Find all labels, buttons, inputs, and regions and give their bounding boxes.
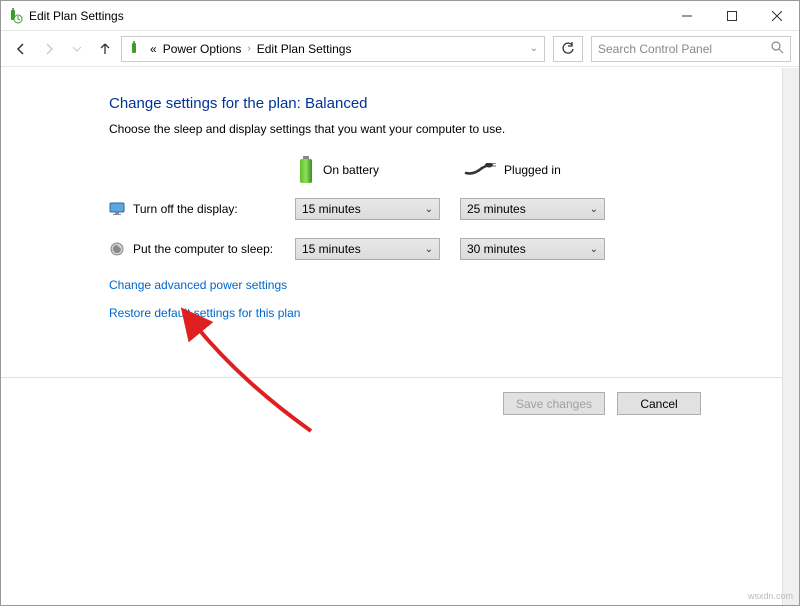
breadcrumb-item[interactable]: Power Options (163, 42, 242, 56)
chevron-right-icon: › (247, 43, 250, 54)
chevron-down-icon[interactable]: ⌄ (530, 43, 538, 54)
sleep-timeout-row: Put the computer to sleep: 15 minutes ⌄ … (109, 238, 799, 260)
battery-icon (297, 156, 315, 184)
search-placeholder: Search Control Panel (598, 42, 712, 56)
refresh-button[interactable] (553, 36, 583, 62)
display-plugged-dropdown[interactable]: 25 minutes ⌄ (460, 198, 605, 220)
sleep-battery-dropdown[interactable]: 15 minutes ⌄ (295, 238, 440, 260)
search-input[interactable]: Search Control Panel (591, 36, 791, 62)
breadcrumb-prefix: « (150, 42, 157, 56)
address-bar[interactable]: « Power Options › Edit Plan Settings ⌄ (121, 36, 545, 62)
plug-icon (464, 163, 496, 177)
chevron-down-icon: ⌄ (590, 204, 598, 215)
battery-column-label: On battery (323, 163, 379, 177)
sleep-plugged-dropdown[interactable]: 30 minutes ⌄ (460, 238, 605, 260)
display-timeout-row: Turn off the display: 15 minutes ⌄ 25 mi… (109, 198, 799, 220)
watermark: wsxdn.com (748, 591, 793, 601)
sleep-icon (109, 241, 125, 257)
footer-buttons: Save changes Cancel (1, 377, 799, 415)
chevron-down-icon: ⌄ (425, 244, 433, 255)
forward-button[interactable] (37, 37, 61, 61)
page-subtext: Choose the sleep and display settings th… (109, 122, 799, 136)
sleep-timeout-label: Put the computer to sleep: (133, 242, 295, 256)
content-area: Change settings for the plan: Balanced C… (1, 67, 799, 320)
advanced-settings-link[interactable]: Change advanced power settings (109, 278, 799, 292)
window-title: Edit Plan Settings (29, 9, 124, 23)
display-icon (109, 201, 125, 217)
display-battery-dropdown[interactable]: 15 minutes ⌄ (295, 198, 440, 220)
vertical-scrollbar[interactable] (782, 68, 799, 605)
close-button[interactable] (754, 1, 799, 31)
nav-bar: « Power Options › Edit Plan Settings ⌄ S… (1, 31, 799, 67)
search-icon (771, 41, 784, 57)
back-button[interactable] (9, 37, 33, 61)
maximize-button[interactable] (709, 1, 754, 31)
recent-locations-button[interactable] (65, 37, 89, 61)
save-button[interactable]: Save changes (503, 392, 605, 415)
up-button[interactable] (93, 37, 117, 61)
titlebar: Edit Plan Settings (1, 1, 799, 31)
plugged-column-label: Plugged in (504, 163, 561, 177)
power-plan-icon (128, 41, 144, 57)
cancel-button[interactable]: Cancel (617, 392, 701, 415)
chevron-down-icon: ⌄ (425, 204, 433, 215)
restore-defaults-link[interactable]: Restore default settings for this plan (109, 306, 799, 320)
page-heading: Change settings for the plan: Balanced (109, 95, 799, 112)
minimize-button[interactable] (664, 1, 709, 31)
chevron-down-icon: ⌄ (590, 244, 598, 255)
annotation-arrow (141, 301, 341, 451)
display-timeout-label: Turn off the display: (133, 202, 295, 216)
breadcrumb-item[interactable]: Edit Plan Settings (257, 42, 352, 56)
power-plan-icon (7, 8, 23, 24)
